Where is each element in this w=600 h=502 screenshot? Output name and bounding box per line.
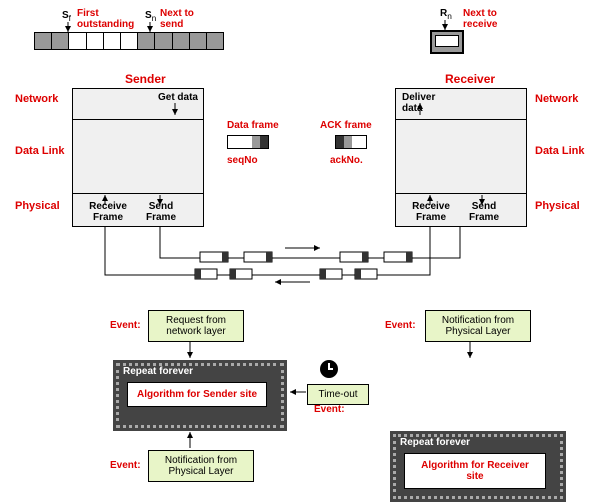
deliver-label: Deliver data: [402, 92, 452, 114]
event-label-2: Event:: [385, 320, 416, 331]
repeat-label-s: Repeat forever: [123, 366, 193, 377]
dataframe-label: Data frame: [227, 120, 279, 131]
event-label-1: Event:: [110, 320, 141, 331]
sf-label: First outstanding: [77, 8, 147, 30]
seqno-label: seqNo: [227, 155, 258, 166]
layer-network-right: Network: [535, 93, 578, 105]
layer-network-left: Network: [15, 93, 58, 105]
receiver-recv: Receive Frame: [410, 201, 452, 223]
layer-physical-right: Physical: [535, 200, 580, 212]
frames-transit-bottom: [195, 269, 377, 279]
sender-window: [34, 32, 224, 50]
sender-box: Get data Receive Frame Send Frame: [72, 88, 204, 227]
repeat-label-r: Repeat forever: [400, 437, 470, 448]
sender-send: Send Frame: [141, 201, 181, 223]
event-notif-s: Notification from Physical Layer: [148, 450, 254, 482]
layer-datalink-right: Data Link: [535, 145, 585, 157]
sn-subscript: n: [152, 13, 157, 23]
sf-subscript: f: [69, 13, 71, 23]
ackframe-label: ACK frame: [320, 120, 372, 131]
event-label-4: Event:: [110, 460, 141, 471]
receiver-box: Deliver data Receive Frame Send Frame: [395, 88, 527, 227]
receiver-title: Receiver: [445, 72, 495, 86]
sn-label: Next to send: [160, 8, 210, 30]
sf-symbol: S: [62, 10, 69, 21]
repeat-sender: Repeat forever Algorithm for Sender site: [113, 360, 287, 431]
receiver-send: Send Frame: [464, 201, 504, 223]
event-notif-r: Notification from Physical Layer: [425, 310, 531, 342]
rn-subscript: n: [447, 11, 452, 21]
sn-symbol: S: [145, 10, 152, 21]
ackno-label: ackNo.: [330, 155, 363, 166]
algo-sender: Algorithm for Sender site: [127, 382, 267, 407]
dataframe-icon: [227, 135, 269, 149]
receiver-window: [430, 30, 464, 54]
frames-transit-top: [200, 252, 412, 262]
repeat-receiver: Repeat forever Algorithm for Receiver si…: [390, 431, 566, 502]
ackframe-icon: [335, 135, 367, 149]
algo-receiver: Algorithm for Receiver site: [404, 453, 546, 489]
sender-recv: Receive Frame: [87, 201, 129, 223]
rn-label: Next to receive: [463, 8, 523, 30]
getdata-label: Get data: [158, 92, 198, 103]
event-reqnet: Request from network layer: [148, 310, 244, 342]
layer-datalink-left: Data Link: [15, 145, 65, 157]
sender-title: Sender: [125, 72, 166, 86]
clock-icon: [320, 360, 338, 378]
event-label-3: Event:: [314, 404, 345, 415]
timeout-box: Time-out: [307, 384, 369, 405]
layer-physical-left: Physical: [15, 200, 60, 212]
